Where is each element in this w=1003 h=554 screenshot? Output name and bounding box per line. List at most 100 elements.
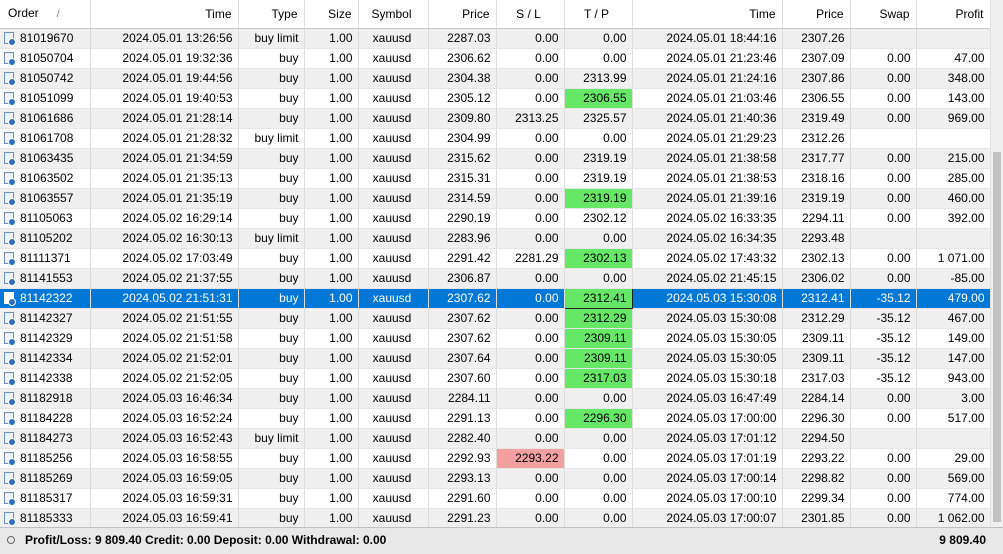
- swap-cell: 0.00: [850, 108, 917, 129]
- table-row[interactable]: 81185269 2024.05.03 16:59:05 buy 1.00 xauusd…: [0, 468, 991, 489]
- table-row[interactable]: 81182918 2024.05.03 16:46:34 buy 1.00 xauusd…: [0, 388, 991, 409]
- order-number: 81019670: [20, 31, 74, 45]
- column-header-profit[interactable]: Profit: [916, 0, 991, 29]
- close-price-cell: 2301.85: [782, 508, 851, 529]
- close-time-cell: 2024.05.02 17:43:32: [632, 248, 783, 269]
- type-cell: buy: [238, 508, 305, 529]
- close-time-cell: 2024.05.03 15:30:05: [632, 348, 783, 369]
- open-time-cell: 2024.05.02 21:52:05: [90, 368, 239, 389]
- close-price-cell: 2307.09: [782, 48, 851, 69]
- close-time-cell: 2024.05.03 17:01:12: [632, 428, 783, 449]
- swap-cell: [850, 28, 917, 49]
- column-header-open-price[interactable]: Price: [428, 0, 497, 29]
- close-price-cell: 2312.41: [782, 288, 851, 309]
- size-cell: 1.00: [304, 388, 359, 409]
- table-row[interactable]: 81185256 2024.05.03 16:58:55 buy 1.00 xauusd…: [0, 448, 991, 469]
- symbol-cell: xauusd: [358, 228, 429, 249]
- profit-cell: [916, 428, 991, 449]
- table-row[interactable]: 81142327 2024.05.02 21:51:55 buy 1.00 xauusd…: [0, 308, 991, 329]
- sl-cell: 0.00: [496, 188, 565, 209]
- order-cell: 81105063: [0, 208, 91, 229]
- order-cell: 81142329: [0, 328, 91, 349]
- scrollbar-thumb[interactable]: [993, 152, 1001, 522]
- close-price-cell: 2307.86: [782, 68, 851, 89]
- open-time-cell: 2024.05.03 16:52:24: [90, 408, 239, 429]
- tp-cell: 2302.12: [564, 208, 633, 229]
- table-row[interactable]: 81142338 2024.05.02 21:52:05 buy 1.00 xauusd…: [0, 368, 991, 389]
- vertical-scrollbar[interactable]: [990, 0, 1003, 527]
- tp-cell: 0.00: [564, 508, 633, 529]
- order-cell: 81019670: [0, 28, 91, 49]
- column-header-close-price[interactable]: Price: [782, 0, 851, 29]
- order-document-icon: [4, 512, 16, 526]
- order-cell: 81185269: [0, 468, 91, 489]
- column-header-order[interactable]: Order /: [0, 0, 91, 29]
- order-number: 81061686: [20, 111, 74, 125]
- column-header-close-time[interactable]: Time: [632, 0, 783, 29]
- sl-cell: 0.00: [496, 208, 565, 229]
- order-document-icon: [4, 152, 16, 166]
- table-row[interactable]: 81050704 2024.05.01 19:32:36 buy 1.00 xauusd…: [0, 48, 991, 69]
- type-cell: buy: [238, 388, 305, 409]
- close-time-cell: 2024.05.01 21:38:53: [632, 168, 783, 189]
- open-price-cell: 2314.59: [428, 188, 497, 209]
- close-price-cell: 2302.13: [782, 248, 851, 269]
- profit-cell: 149.00: [916, 328, 991, 349]
- swap-cell: [850, 428, 917, 449]
- table-row[interactable]: 81141553 2024.05.02 21:37:55 buy 1.00 xauusd…: [0, 268, 991, 289]
- type-cell: buy: [238, 488, 305, 509]
- table-row[interactable]: 81184273 2024.05.03 16:52:43 buy limit 1.00…: [0, 428, 991, 449]
- column-header-symbol[interactable]: Symbol: [358, 0, 429, 29]
- type-cell: buy: [238, 348, 305, 369]
- sl-cell: 0.00: [496, 428, 565, 449]
- open-price-cell: 2304.99: [428, 128, 497, 149]
- table-row[interactable]: 81063502 2024.05.01 21:35:13 buy 1.00 xauusd…: [0, 168, 991, 189]
- close-price-cell: 2309.11: [782, 348, 851, 369]
- close-price-cell: 2319.19: [782, 188, 851, 209]
- order-cell: 81142327: [0, 308, 91, 329]
- column-header-size[interactable]: Size: [304, 0, 359, 29]
- table-row[interactable]: 81063435 2024.05.01 21:34:59 buy 1.00 xauusd…: [0, 148, 991, 169]
- table-row[interactable]: 81142322 2024.05.02 21:51:31 buy 1.00 xauusd…: [0, 288, 991, 309]
- close-time-cell: 2024.05.03 15:30:08: [632, 308, 783, 329]
- size-cell: 1.00: [304, 188, 359, 209]
- column-header-type[interactable]: Type: [238, 0, 305, 29]
- column-header-swap[interactable]: Swap: [850, 0, 917, 29]
- symbol-cell: xauusd: [358, 348, 429, 369]
- symbol-cell: xauusd: [358, 188, 429, 209]
- table-row[interactable]: 81050742 2024.05.01 19:44:56 buy 1.00 xauusd…: [0, 68, 991, 89]
- table-row[interactable]: 81063557 2024.05.01 21:35:19 buy 1.00 xauusd…: [0, 188, 991, 209]
- profit-cell: -85.00: [916, 268, 991, 289]
- table-row[interactable]: 81019670 2024.05.01 13:26:56 buy limit 1.00…: [0, 28, 991, 49]
- close-time-cell: 2024.05.01 21:24:16: [632, 68, 783, 89]
- table-row[interactable]: 81184228 2024.05.03 16:52:24 buy 1.00 xauusd…: [0, 408, 991, 429]
- symbol-cell: xauusd: [358, 208, 429, 229]
- table-row[interactable]: 81061708 2024.05.01 21:28:32 buy limit 1.00…: [0, 128, 991, 149]
- type-cell: buy: [238, 148, 305, 169]
- order-number: 81185317: [20, 491, 73, 505]
- open-price-cell: 2291.42: [428, 248, 497, 269]
- table-row[interactable]: 81142329 2024.05.02 21:51:58 buy 1.00 xauusd…: [0, 328, 991, 349]
- column-header-tp[interactable]: T / P: [564, 0, 633, 29]
- table-row[interactable]: 81111371 2024.05.02 17:03:49 buy 1.00 xauusd…: [0, 248, 991, 269]
- table-row[interactable]: 81105202 2024.05.02 16:30:13 buy limit 1.00…: [0, 228, 991, 249]
- open-price-cell: 2306.87: [428, 268, 497, 289]
- table-row[interactable]: 81105063 2024.05.02 16:29:14 buy 1.00 xauusd…: [0, 208, 991, 229]
- column-header-open-time[interactable]: Time: [90, 0, 239, 29]
- size-cell: 1.00: [304, 468, 359, 489]
- table-row[interactable]: 81061686 2024.05.01 21:28:14 buy 1.00 xauusd…: [0, 108, 991, 129]
- table-row[interactable]: 81185333 2024.05.03 16:59:41 buy 1.00 xauusd…: [0, 508, 991, 529]
- column-header-sl[interactable]: S / L: [496, 0, 565, 29]
- sl-cell: 2293.22: [496, 448, 565, 469]
- sl-cell: 0.00: [496, 348, 565, 369]
- symbol-cell: xauusd: [358, 408, 429, 429]
- table-row[interactable]: 81142334 2024.05.02 21:52:01 buy 1.00 xauusd…: [0, 348, 991, 369]
- size-cell: 1.00: [304, 108, 359, 129]
- order-cell: 81142338: [0, 368, 91, 389]
- table-row[interactable]: 81185317 2024.05.03 16:59:31 buy 1.00 xauusd…: [0, 488, 991, 509]
- table-row[interactable]: 81051099 2024.05.01 19:40:53 buy 1.00 xauusd…: [0, 88, 991, 109]
- tp-cell: 2325.57: [564, 108, 633, 129]
- profit-cell: 517.00: [916, 408, 991, 429]
- order-number: 81142338: [20, 371, 73, 385]
- circle-icon: [7, 536, 15, 544]
